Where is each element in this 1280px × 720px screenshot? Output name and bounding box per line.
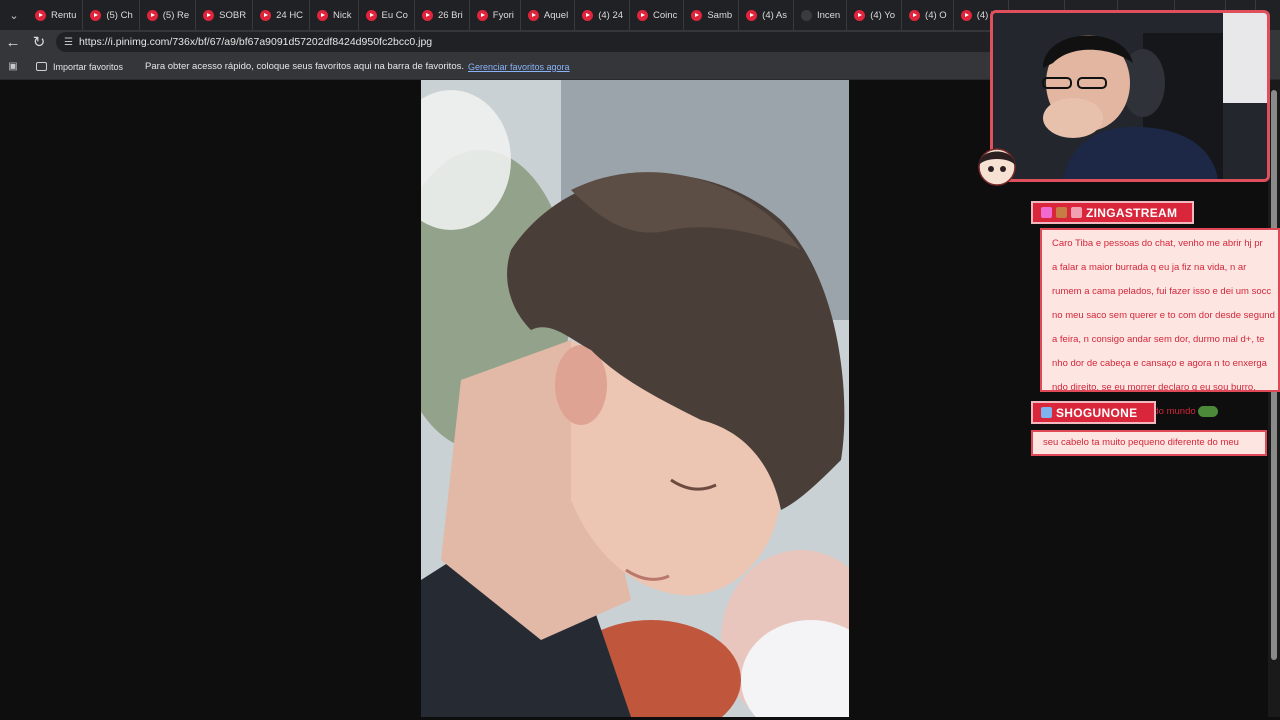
tab-title: SOBR: [219, 9, 247, 21]
chat-message-line: seu cabelo ta muito pequeno diferente do…: [1043, 437, 1239, 448]
browser-tab[interactable]: Samb: [684, 0, 740, 30]
import-bookmarks-button[interactable]: Importar favoritos: [36, 62, 123, 72]
tab-title: Nick: [333, 9, 352, 21]
portrait-photo[interactable]: [421, 80, 849, 717]
chat-message-line: a feira, n consigo andar sem dor, durmo …: [1052, 334, 1265, 345]
chat-message-line: nho dor de cabeça e cansaço e agora n to…: [1052, 358, 1267, 369]
chat-username-badge: ZINGASTREAM: [1031, 201, 1194, 224]
bookmarks-hint: Para obter acesso rápido, coloque seus f…: [145, 61, 464, 72]
youtube-icon: [90, 9, 102, 21]
folder-icon: [36, 62, 47, 71]
address-url[interactable]: https://i.pinimg.com/736x/bf/67/a9/bf67a…: [79, 36, 432, 48]
youtube-icon: [746, 9, 758, 21]
youtube-icon: [260, 9, 272, 21]
browser-tab[interactable]: 26 Bri: [415, 0, 470, 30]
browser-tab[interactable]: 24 HC: [253, 0, 311, 30]
tab-title: (4) Yo: [870, 9, 896, 21]
tab-title: (5) Re: [162, 9, 190, 21]
apps-icon[interactable]: ▣: [0, 61, 26, 72]
chat-message-line: a falar a maior burrada q eu ja fiz na v…: [1052, 262, 1247, 273]
chat-username-badge: SHOGUNONE: [1031, 401, 1156, 424]
tab-title: Fyori: [492, 9, 514, 21]
tab-title: Rentu: [51, 9, 77, 21]
chat-message-line: rumem a cama pelados, fui fazer isso e d…: [1052, 286, 1272, 297]
browser-tab[interactable]: SOBR: [196, 0, 254, 30]
tab-title: 26 Bri: [437, 9, 463, 21]
browser-tab[interactable]: Eu Co: [359, 0, 415, 30]
tab-title: Aquel: [543, 9, 569, 21]
tab-title: Incen: [816, 9, 841, 21]
browser-tab[interactable]: (4) 24: [575, 0, 631, 30]
youtube-icon: [582, 9, 594, 21]
site-info-icon[interactable]: ☰: [64, 37, 73, 48]
tab-title: (5) Ch: [106, 9, 133, 21]
browser-tab[interactable]: (4) As: [739, 0, 794, 30]
youtube-icon: [637, 9, 649, 21]
youtube-icon: [421, 9, 433, 21]
page-icon: [800, 9, 812, 21]
youtube-icon: [146, 9, 158, 21]
youtube-icon: [691, 9, 703, 21]
chat-message: seu cabelo ta muito pequeno diferente do…: [1031, 430, 1267, 456]
gift-badge-icon: [1041, 407, 1052, 418]
browser-tab[interactable]: Nick: [310, 0, 359, 30]
browser-tab[interactable]: Coinc: [630, 0, 685, 30]
address-bar[interactable]: ☰ https://i.pinimg.com/736x/bf/67/a9/bf6…: [56, 32, 1056, 52]
browser-tab[interactable]: (4) O: [902, 0, 954, 30]
chat-username: SHOGUNONE: [1056, 405, 1138, 420]
tab-search-chevron-icon[interactable]: ⌄: [0, 0, 28, 30]
mascot-avatar-icon: [975, 143, 1019, 189]
reload-icon[interactable]: ↻: [26, 30, 52, 54]
manage-bookmarks-link[interactable]: Gerenciar favoritos agora: [468, 62, 570, 72]
back-arrow-icon[interactable]: ←: [0, 30, 26, 54]
frog-emote-icon: [1198, 405, 1219, 417]
import-bookmarks-label: Importar favoritos: [53, 61, 124, 72]
youtube-icon: [365, 9, 377, 21]
browser-tab[interactable]: (4) Yo: [847, 0, 903, 30]
youtube-icon: [909, 9, 921, 21]
youtube-icon: [317, 9, 329, 21]
tab-title: 24 HC: [276, 9, 304, 21]
chat-message-line: no meu saco sem querer e to com dor desd…: [1052, 310, 1275, 321]
sub-badge-icon: [1071, 207, 1082, 218]
browser-tab[interactable]: Rentu: [28, 0, 84, 30]
browser-tab[interactable]: (5) Ch: [83, 0, 140, 30]
youtube-icon: [527, 9, 539, 21]
browser-tab[interactable]: Incen: [794, 0, 848, 30]
tab-title: (4) O: [925, 9, 947, 21]
tab-title: (4) 24: [598, 9, 624, 21]
chat-username: ZINGASTREAM: [1086, 205, 1178, 220]
browser-tab[interactable]: Fyori: [470, 0, 521, 30]
browser-tab[interactable]: Aquel: [521, 0, 576, 30]
youtube-icon: [476, 9, 488, 21]
tab-title: Samb: [707, 9, 733, 21]
streamer-webcam: [990, 10, 1270, 182]
youtube-icon: [203, 9, 215, 21]
youtube-icon: [35, 9, 46, 21]
youtube-icon: [854, 9, 866, 21]
tab-title: (4) As: [762, 9, 787, 21]
gift-badge-icon: [1056, 207, 1067, 218]
tab-title: Eu Co: [381, 9, 408, 21]
chat-message-line: Caro Tiba e pessoas do chat, venho me ab…: [1052, 238, 1263, 249]
youtube-icon: [960, 9, 972, 21]
gem-badge-icon: [1041, 207, 1052, 218]
chat-message-line: ndo direito. se eu morrer declaro q eu s…: [1052, 382, 1256, 393]
browser-tab[interactable]: (5) Re: [140, 0, 197, 30]
chat-message: Caro Tiba e pessoas do chat, venho me ab…: [1040, 228, 1280, 417]
tab-title: Coinc: [653, 9, 678, 21]
